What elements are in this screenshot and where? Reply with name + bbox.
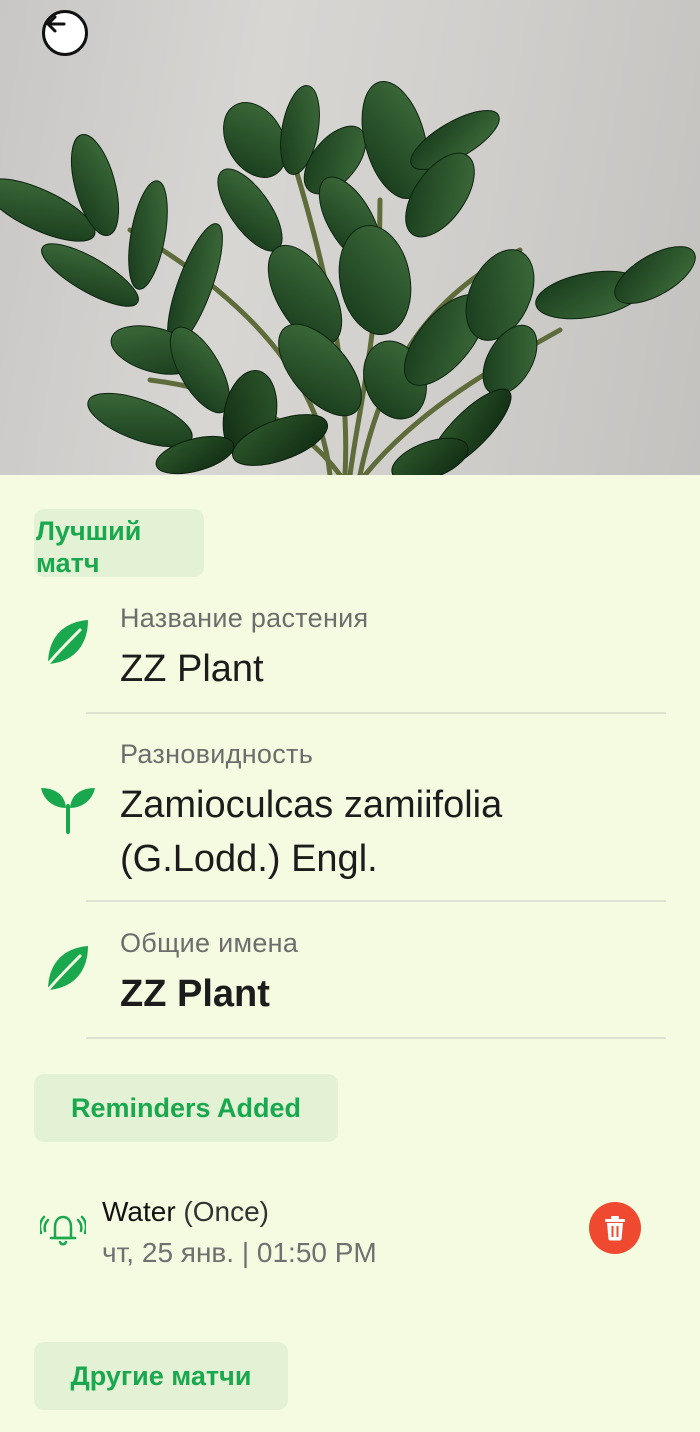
- leaf-icon: [46, 946, 88, 992]
- best-match-badge: Лучший матч: [34, 509, 204, 577]
- alarm-bell-icon: [40, 1215, 86, 1246]
- plant-name-value: ZZ Plant: [120, 648, 264, 690]
- arrow-left-icon: [46, 15, 66, 33]
- other-matches-label: Другие матчи: [70, 1360, 252, 1391]
- variety-label: Разновидность: [120, 739, 314, 769]
- common-names-label: Общие имена: [120, 928, 299, 958]
- reminders-added-label: Reminders Added: [70, 1092, 302, 1123]
- divider: [86, 712, 666, 714]
- plant-name-label: Название растения: [120, 603, 369, 633]
- best-match-label: Лучший матч: [36, 516, 142, 577]
- reminder-datetime: чт, 25 янв. | 01:50 PM: [102, 1237, 377, 1268]
- reminder-title: Water (Once): [102, 1196, 269, 1228]
- other-matches-badge[interactable]: Другие матчи: [34, 1342, 288, 1410]
- leaf-icon: [46, 620, 88, 666]
- back-button[interactable]: [42, 10, 88, 56]
- reminder-name: Water: [102, 1196, 176, 1227]
- common-names-value: ZZ Plant: [120, 973, 270, 1015]
- variety-value-line2: (G.Lodd.) Engl.: [120, 838, 378, 880]
- trash-icon: [605, 1216, 625, 1241]
- divider: [86, 900, 666, 902]
- variety-value-line1: Zamioculcas zamiifolia: [120, 784, 503, 826]
- sprout-icon: [41, 788, 95, 834]
- plant-photo: [0, 0, 700, 475]
- reminders-added-badge: Reminders Added: [34, 1074, 338, 1142]
- reminder-frequency: (Once): [183, 1196, 269, 1227]
- plant-illustration: [0, 81, 696, 475]
- divider: [86, 1037, 666, 1039]
- delete-reminder-button[interactable]: [589, 1202, 641, 1254]
